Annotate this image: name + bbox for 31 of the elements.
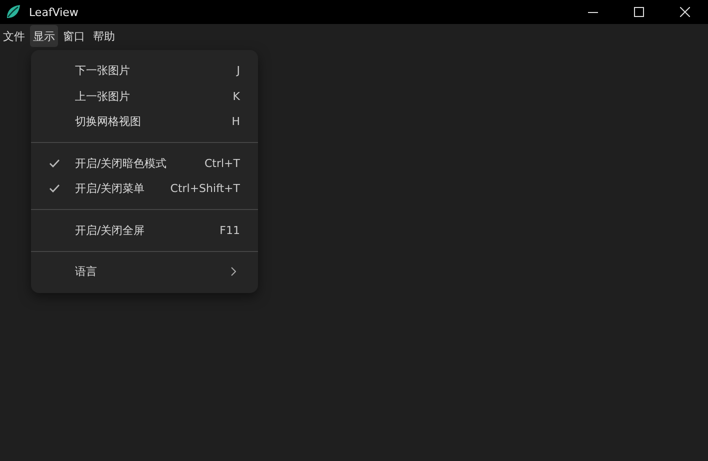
- menu-item[interactable]: 下一张图片 J: [31, 58, 258, 84]
- shortcut-label: Ctrl+T: [204, 156, 240, 170]
- menu-item-label: 下一张图片: [75, 63, 131, 78]
- checkmark-icon: [49, 158, 60, 168]
- menu-bar-item[interactable]: 文件: [0, 25, 28, 47]
- menu-item-label: 语言: [75, 264, 98, 280]
- menu-bar-item[interactable]: 帮助: [90, 25, 118, 47]
- menu-item-label: 切换网格视图: [75, 114, 142, 130]
- menu-item[interactable]: 开启/关闭暗色模式 Ctrl+T: [31, 150, 258, 176]
- menu-item-label: 上一张图片: [75, 88, 131, 104]
- menu-item-label: 开启/关闭菜单: [75, 181, 146, 196]
- checkmark-icon: [49, 184, 60, 194]
- menu-item[interactable]: 开启/关闭全屏 F11: [31, 218, 258, 243]
- menu-item[interactable]: 语言: [31, 259, 258, 284]
- menu-item[interactable]: 开启/关闭菜单 Ctrl+Shift+T: [31, 176, 258, 202]
- leaf-logo-icon: [5, 4, 21, 20]
- maximize-icon: [634, 7, 644, 17]
- menu-item[interactable]: 上一张图片 K: [31, 84, 258, 109]
- shortcut-label: F11: [220, 224, 240, 237]
- shortcut-label: J: [236, 64, 240, 78]
- menu-item-label: 开启/关闭暗色模式: [75, 156, 168, 171]
- shortcut-label: H: [232, 115, 240, 128]
- menu-item-label: 开启/关闭全屏: [75, 222, 146, 238]
- window-title: LeafView: [29, 6, 78, 18]
- close-icon: [680, 7, 690, 17]
- menu-bar-item[interactable]: 窗口: [60, 25, 88, 47]
- menu-item[interactable]: 切换网格视图 H: [31, 109, 258, 134]
- shortcut-label: K: [232, 90, 240, 103]
- menu-bar-item[interactable]: 显示: [30, 25, 58, 47]
- shortcut-label: Ctrl+Shift+T: [170, 182, 240, 196]
- chevron-right-icon: [231, 267, 236, 276]
